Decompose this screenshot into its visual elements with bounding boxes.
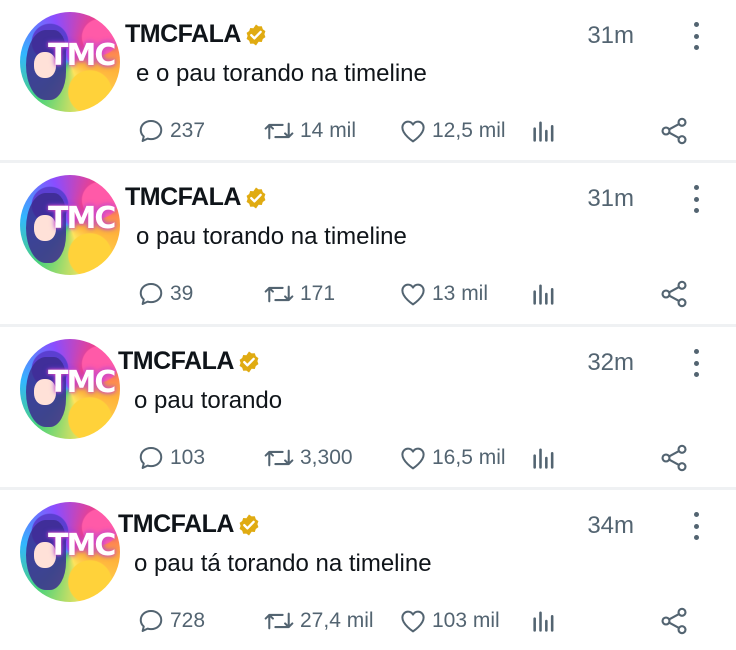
reply-button[interactable]: 39 [136, 277, 193, 311]
heart-icon [398, 116, 428, 146]
chat-bubble-icon [136, 279, 166, 309]
views-button[interactable] [530, 277, 558, 311]
author-name[interactable]: TMCFALA [125, 183, 268, 212]
views-bar-chart-icon [530, 279, 558, 309]
views-button[interactable] [530, 604, 558, 638]
author-name[interactable]: TMCFALA [118, 510, 261, 539]
verified-badge-icon [237, 513, 261, 537]
avatar[interactable]: TMC [20, 12, 120, 112]
verified-badge-icon [237, 350, 261, 374]
tweet-actions: 728 27,4 mil 103 mil [0, 604, 736, 638]
chat-bubble-icon [136, 443, 166, 473]
retweet-button[interactable]: 14 mil [262, 114, 356, 148]
tweet-actions: 237 14 mil 12,5 mil [0, 114, 736, 148]
share-icon [658, 278, 690, 310]
reply-count: 39 [170, 282, 194, 305]
tweet-divider [0, 160, 736, 163]
verified-badge-icon [244, 23, 268, 47]
share-icon [658, 115, 690, 147]
retweet-button[interactable]: 27,4 mil [262, 604, 374, 638]
views-button[interactable] [530, 114, 558, 148]
tweet-text: o pau torando [134, 387, 283, 414]
like-button[interactable]: 103 mil [398, 604, 500, 638]
tweet-text: o pau torando na timeline [136, 223, 407, 250]
author-name-label: TMCFALA [125, 20, 241, 48]
heart-icon [398, 606, 428, 636]
avatar-logo: TMC [48, 528, 116, 563]
retweet-count: 14 mil [300, 119, 357, 142]
retweet-icon [262, 606, 296, 636]
avatar[interactable]: TMC [20, 175, 120, 275]
like-count: 16,5 mil [432, 446, 506, 469]
share-button[interactable] [658, 441, 690, 475]
author-name[interactable]: TMCFALA [125, 20, 268, 49]
heart-icon [398, 443, 428, 473]
author-name-label: TMCFALA [118, 510, 234, 538]
like-button[interactable]: 13 mil [398, 277, 488, 311]
tweet-timestamp: 34m [587, 512, 634, 539]
reply-button[interactable]: 237 [136, 114, 205, 148]
more-options-icon[interactable] [688, 185, 704, 213]
retweet-icon [262, 116, 296, 146]
retweet-button[interactable]: 3,300 [262, 441, 353, 475]
author-name-label: TMCFALA [125, 183, 241, 211]
views-bar-chart-icon [530, 443, 558, 473]
author-name[interactable]: TMCFALA [118, 347, 261, 376]
tweet-actions: 39 171 13 mil [0, 277, 736, 311]
share-button[interactable] [658, 277, 690, 311]
tweet[interactable]: TMC TMCFALA 31m o pau torando na timelin… [0, 163, 736, 323]
avatar[interactable]: TMC [20, 339, 120, 439]
views-bar-chart-icon [530, 116, 558, 146]
tweet-text: o pau tá torando na timeline [134, 550, 432, 577]
more-options-icon[interactable] [688, 22, 704, 50]
tweet[interactable]: TMC TMCFALA 34m o pau tá torando na time… [0, 490, 736, 650]
retweet-icon [262, 279, 296, 309]
retweet-count: 171 [300, 282, 336, 305]
retweet-button[interactable]: 171 [262, 277, 335, 311]
tweet-divider [0, 324, 736, 327]
like-count: 12,5 mil [432, 119, 506, 142]
avatar-logo: TMC [48, 365, 116, 400]
avatar-logo: TMC [48, 38, 116, 73]
like-button[interactable]: 12,5 mil [398, 114, 506, 148]
views-bar-chart-icon [530, 606, 558, 636]
views-button[interactable] [530, 441, 558, 475]
chat-bubble-icon [136, 606, 166, 636]
like-count: 13 mil [432, 282, 489, 305]
chat-bubble-icon [136, 116, 166, 146]
retweet-count: 27,4 mil [300, 609, 374, 632]
tweet-timestamp: 31m [587, 185, 634, 212]
retweet-count: 3,300 [300, 446, 353, 469]
reply-count: 237 [170, 119, 206, 142]
tweet[interactable]: TMC TMCFALA 31m e o pau torando na timel… [0, 0, 736, 160]
reply-button[interactable]: 103 [136, 441, 205, 475]
tweet-actions: 103 3,300 16,5 mil [0, 441, 736, 475]
avatar-logo: TMC [48, 201, 116, 236]
avatar[interactable]: TMC [20, 502, 120, 602]
tweet-timestamp: 31m [587, 22, 634, 49]
like-count: 103 mil [432, 609, 500, 632]
reply-button[interactable]: 728 [136, 604, 205, 638]
tweet-text: e o pau torando na timeline [136, 60, 427, 87]
share-button[interactable] [658, 114, 690, 148]
share-icon [658, 605, 690, 637]
tweet-divider [0, 487, 736, 490]
more-options-icon[interactable] [688, 349, 704, 377]
timeline-feed: TMC TMCFALA 31m e o pau torando na timel… [0, 0, 736, 650]
share-icon [658, 442, 690, 474]
retweet-icon [262, 443, 296, 473]
share-button[interactable] [658, 604, 690, 638]
more-options-icon[interactable] [688, 512, 704, 540]
reply-count: 103 [170, 446, 206, 469]
heart-icon [398, 279, 428, 309]
verified-badge-icon [244, 186, 268, 210]
author-name-label: TMCFALA [118, 347, 234, 375]
tweet[interactable]: TMC TMCFALA 32m o pau torando 103 3,300 … [0, 327, 736, 487]
like-button[interactable]: 16,5 mil [398, 441, 506, 475]
tweet-timestamp: 32m [587, 349, 634, 376]
reply-count: 728 [170, 609, 206, 632]
